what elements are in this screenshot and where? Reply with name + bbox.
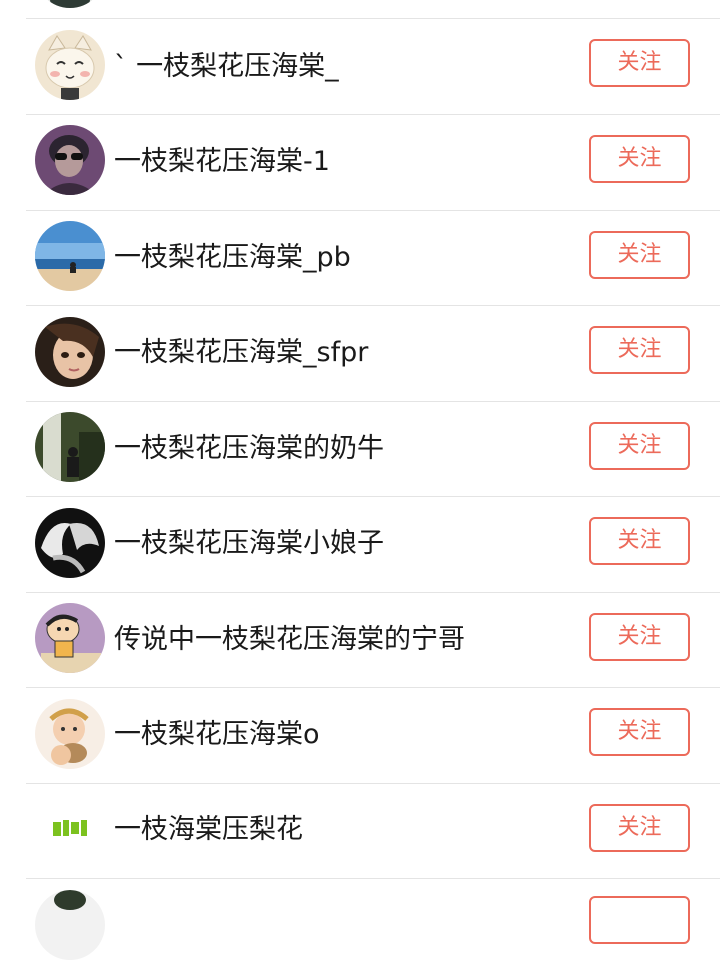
user-name[interactable]: 一枝海棠压梨花 (114, 810, 303, 850)
follow-button[interactable]: 关注 (589, 613, 690, 661)
beach-avatar-icon[interactable] (35, 221, 105, 291)
follow-button[interactable]: 关注 (589, 422, 690, 470)
follow-button[interactable]: 关注 (589, 39, 690, 87)
list-item[interactable]: 一枝海棠压梨花 关注 (0, 784, 720, 879)
user-name[interactable]: 一枝梨花压海棠-1 (114, 142, 330, 182)
waterfall-avatar-icon[interactable] (35, 412, 105, 482)
follow-button[interactable]: 关注 (589, 326, 690, 374)
user-name[interactable]: 一枝梨花压海棠小娘子 (114, 524, 384, 564)
list-item[interactable]: 一枝梨花压海棠小娘子 关注 (0, 497, 720, 592)
cartoon-boy-avatar-icon[interactable] (35, 603, 105, 673)
baby-avatar-icon[interactable] (35, 699, 105, 769)
follow-button[interactable]: 关注 (589, 231, 690, 279)
follow-button[interactable]: 关注 (589, 135, 690, 183)
list-item[interactable]: 一枝梨花压海棠o 关注 (0, 688, 720, 783)
list-item[interactable]: 传说中一枝梨花压海棠的宁哥 关注 (0, 593, 720, 688)
user-name[interactable]: 一枝梨花压海棠_pb (114, 238, 351, 278)
girl-avatar-icon[interactable] (35, 317, 105, 387)
cat-avatar-icon[interactable] (35, 30, 105, 100)
user-name[interactable]: ` 一枝梨花压海棠_ (114, 47, 339, 87)
list-item[interactable]: 一枝梨花压海棠_pb 关注 (0, 211, 720, 306)
user-name[interactable]: 传说中一枝梨花压海棠的宁哥 (114, 620, 465, 660)
user-name[interactable]: 一枝梨花压海棠_sfpr (114, 333, 368, 373)
divider (26, 878, 720, 879)
follow-button-partial[interactable] (589, 896, 690, 944)
follow-button[interactable]: 关注 (589, 517, 690, 565)
list-item[interactable]: 一枝梨花压海棠-1 关注 (0, 115, 720, 210)
list-item[interactable]: 一枝梨花压海棠的奶牛 关注 (0, 402, 720, 497)
follow-button[interactable]: 关注 (589, 804, 690, 852)
follow-button[interactable]: 关注 (589, 708, 690, 756)
list-item[interactable]: 一枝梨花压海棠_sfpr 关注 (0, 306, 720, 401)
avatar-partial-bottom[interactable] (35, 890, 105, 960)
green-text-logo-avatar-icon[interactable] (35, 794, 105, 864)
user-name[interactable]: 一枝梨花压海棠o (114, 715, 320, 755)
hands-avatar-icon[interactable] (35, 508, 105, 578)
person-sunglasses-avatar-icon[interactable] (35, 125, 105, 195)
list-item[interactable]: ` 一枝梨花压海棠_ 关注 (0, 19, 720, 114)
follow-list: ` 一枝梨花压海棠_ 关注 一枝梨花压海棠-1 关注 一枝梨花压海棠_pb 关注… (0, 0, 720, 960)
avatar-partial-top[interactable] (35, 0, 105, 8)
user-name[interactable]: 一枝梨花压海棠的奶牛 (114, 429, 384, 469)
